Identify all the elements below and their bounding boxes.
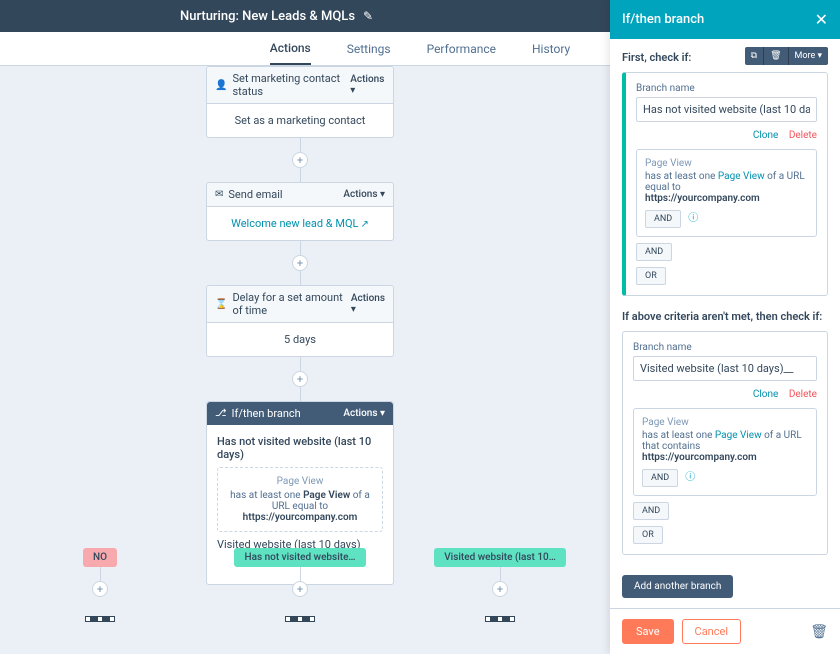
connector: [300, 387, 301, 401]
contact-icon: 👤: [215, 80, 227, 91]
edit-title-icon[interactable]: ✎: [363, 9, 373, 23]
criteria-summary: Page View has at least one Page View of …: [217, 467, 383, 532]
branch-pill-2[interactable]: Visited website (last 10…: [434, 548, 566, 567]
cancel-button[interactable]: Cancel: [682, 619, 741, 644]
node-delay[interactable]: ⌛ Delay for a set amount of time Actions…: [206, 285, 394, 357]
hourglass-icon: ⌛: [215, 299, 227, 310]
branch-card-2[interactable]: Branch name Clone Delete Page View has a…: [622, 331, 828, 555]
panel-header: If/then branch ✕: [610, 0, 840, 39]
clone-link[interactable]: Clone: [753, 389, 778, 400]
and-button[interactable]: AND: [633, 502, 669, 520]
connector: [300, 168, 301, 182]
connector: [300, 241, 301, 255]
end-marker: [85, 607, 115, 626]
connector: [300, 271, 301, 285]
delete-link[interactable]: Delete: [789, 389, 817, 400]
workflow-canvas[interactable]: 👤 Set marketing contact status Actions ▾…: [0, 66, 600, 654]
delete-link[interactable]: Delete: [789, 130, 817, 141]
connector: [500, 567, 501, 581]
node-send-email[interactable]: ✉ Send email Actions ▾ Welcome new lead …: [206, 182, 394, 241]
tab-performance[interactable]: Performance: [427, 32, 496, 65]
page-view-link[interactable]: Page View: [718, 171, 765, 182]
panel-body[interactable]: ⧉ 🗑 More ▾ First, check if: Branch name …: [610, 39, 840, 608]
delete-icon[interactable]: 🗑: [763, 47, 787, 65]
and-button-inner[interactable]: AND: [642, 469, 678, 487]
field-label: Branch name: [633, 342, 817, 353]
side-panel: If/then branch ✕ ⧉ 🗑 More ▾ First, check…: [610, 0, 840, 654]
panel-footer: Save Cancel 🗑: [610, 608, 840, 654]
node-actions-menu[interactable]: Actions ▾: [343, 408, 385, 419]
tab-history[interactable]: History: [532, 32, 570, 65]
branch-card-1[interactable]: Branch name Clone Delete Page View has a…: [622, 72, 828, 296]
node-actions-menu[interactable]: Actions ▾: [350, 74, 385, 96]
branch-pill-no[interactable]: NO: [83, 548, 117, 567]
field-label: Branch name: [636, 83, 817, 94]
connector: [300, 357, 301, 371]
card-links: Clone Delete: [633, 389, 817, 400]
add-branch-button[interactable]: Add another branch: [622, 575, 733, 598]
node-body: 5 days: [207, 323, 393, 356]
end-marker: [285, 607, 315, 626]
save-button[interactable]: Save: [622, 619, 674, 644]
section-second-check: If above criteria aren't met, then check…: [622, 310, 828, 323]
connector: [300, 138, 301, 152]
criteria-panel-2[interactable]: Page View has at least one Page View of …: [633, 408, 817, 496]
workflow-title: Nurturing: New Leads & MQLs: [180, 9, 355, 24]
info-icon[interactable]: ⓘ: [685, 472, 695, 483]
end-marker: [485, 607, 515, 626]
node-set-contact-status[interactable]: 👤 Set marketing contact status Actions ▾…: [206, 66, 394, 138]
branch-name: Has not visited website (last 10 days): [217, 435, 383, 461]
panel-title: If/then branch: [622, 12, 704, 27]
branch-icon: ⎇: [215, 408, 227, 419]
page-view-link[interactable]: Page View: [715, 430, 762, 441]
node-body: Set as a marketing contact: [207, 104, 393, 137]
branch-name-input-1[interactable]: [636, 97, 817, 122]
close-icon[interactable]: ✕: [815, 10, 828, 29]
node-actions-menu[interactable]: Actions ▾: [351, 293, 385, 315]
criteria-panel-1[interactable]: Page View has at least one Page View of …: [636, 149, 817, 237]
email-link[interactable]: Welcome new lead & MQL: [231, 217, 369, 230]
connector: [300, 567, 301, 581]
or-button[interactable]: OR: [633, 526, 663, 544]
branch-name-input-2[interactable]: [633, 356, 817, 381]
add-action-button[interactable]: +: [92, 581, 108, 597]
add-action-button[interactable]: +: [492, 581, 508, 597]
node-title: If/then branch: [232, 407, 301, 420]
add-action-button[interactable]: +: [292, 152, 308, 168]
panel-top-actions: ⧉ 🗑 More ▾: [745, 47, 828, 65]
node-title: Delay for a set amount of time: [232, 291, 350, 317]
info-icon[interactable]: ⓘ: [688, 213, 698, 224]
trash-icon[interactable]: 🗑: [810, 624, 828, 640]
node-title: Set marketing contact status: [232, 72, 350, 98]
branches-row: NO + Has not visited website… + Visited …: [0, 548, 600, 626]
branch-pill-1[interactable]: Has not visited website…: [234, 548, 365, 567]
clone-link[interactable]: Clone: [753, 130, 778, 141]
add-action-button[interactable]: +: [292, 581, 308, 597]
add-action-button[interactable]: +: [292, 371, 308, 387]
tab-settings[interactable]: Settings: [347, 32, 391, 65]
and-button-inner[interactable]: AND: [645, 210, 681, 228]
copy-icon[interactable]: ⧉: [745, 47, 763, 65]
tab-actions[interactable]: Actions: [270, 32, 311, 65]
add-action-button[interactable]: +: [292, 255, 308, 271]
connector: [100, 567, 101, 581]
node-actions-menu[interactable]: Actions ▾: [343, 189, 385, 200]
card-links: Clone Delete: [636, 130, 817, 141]
or-button[interactable]: OR: [636, 267, 666, 285]
node-title: Send email: [228, 188, 282, 201]
more-menu[interactable]: More ▾: [788, 47, 828, 65]
email-icon: ✉: [215, 189, 223, 200]
and-button[interactable]: AND: [636, 243, 672, 261]
